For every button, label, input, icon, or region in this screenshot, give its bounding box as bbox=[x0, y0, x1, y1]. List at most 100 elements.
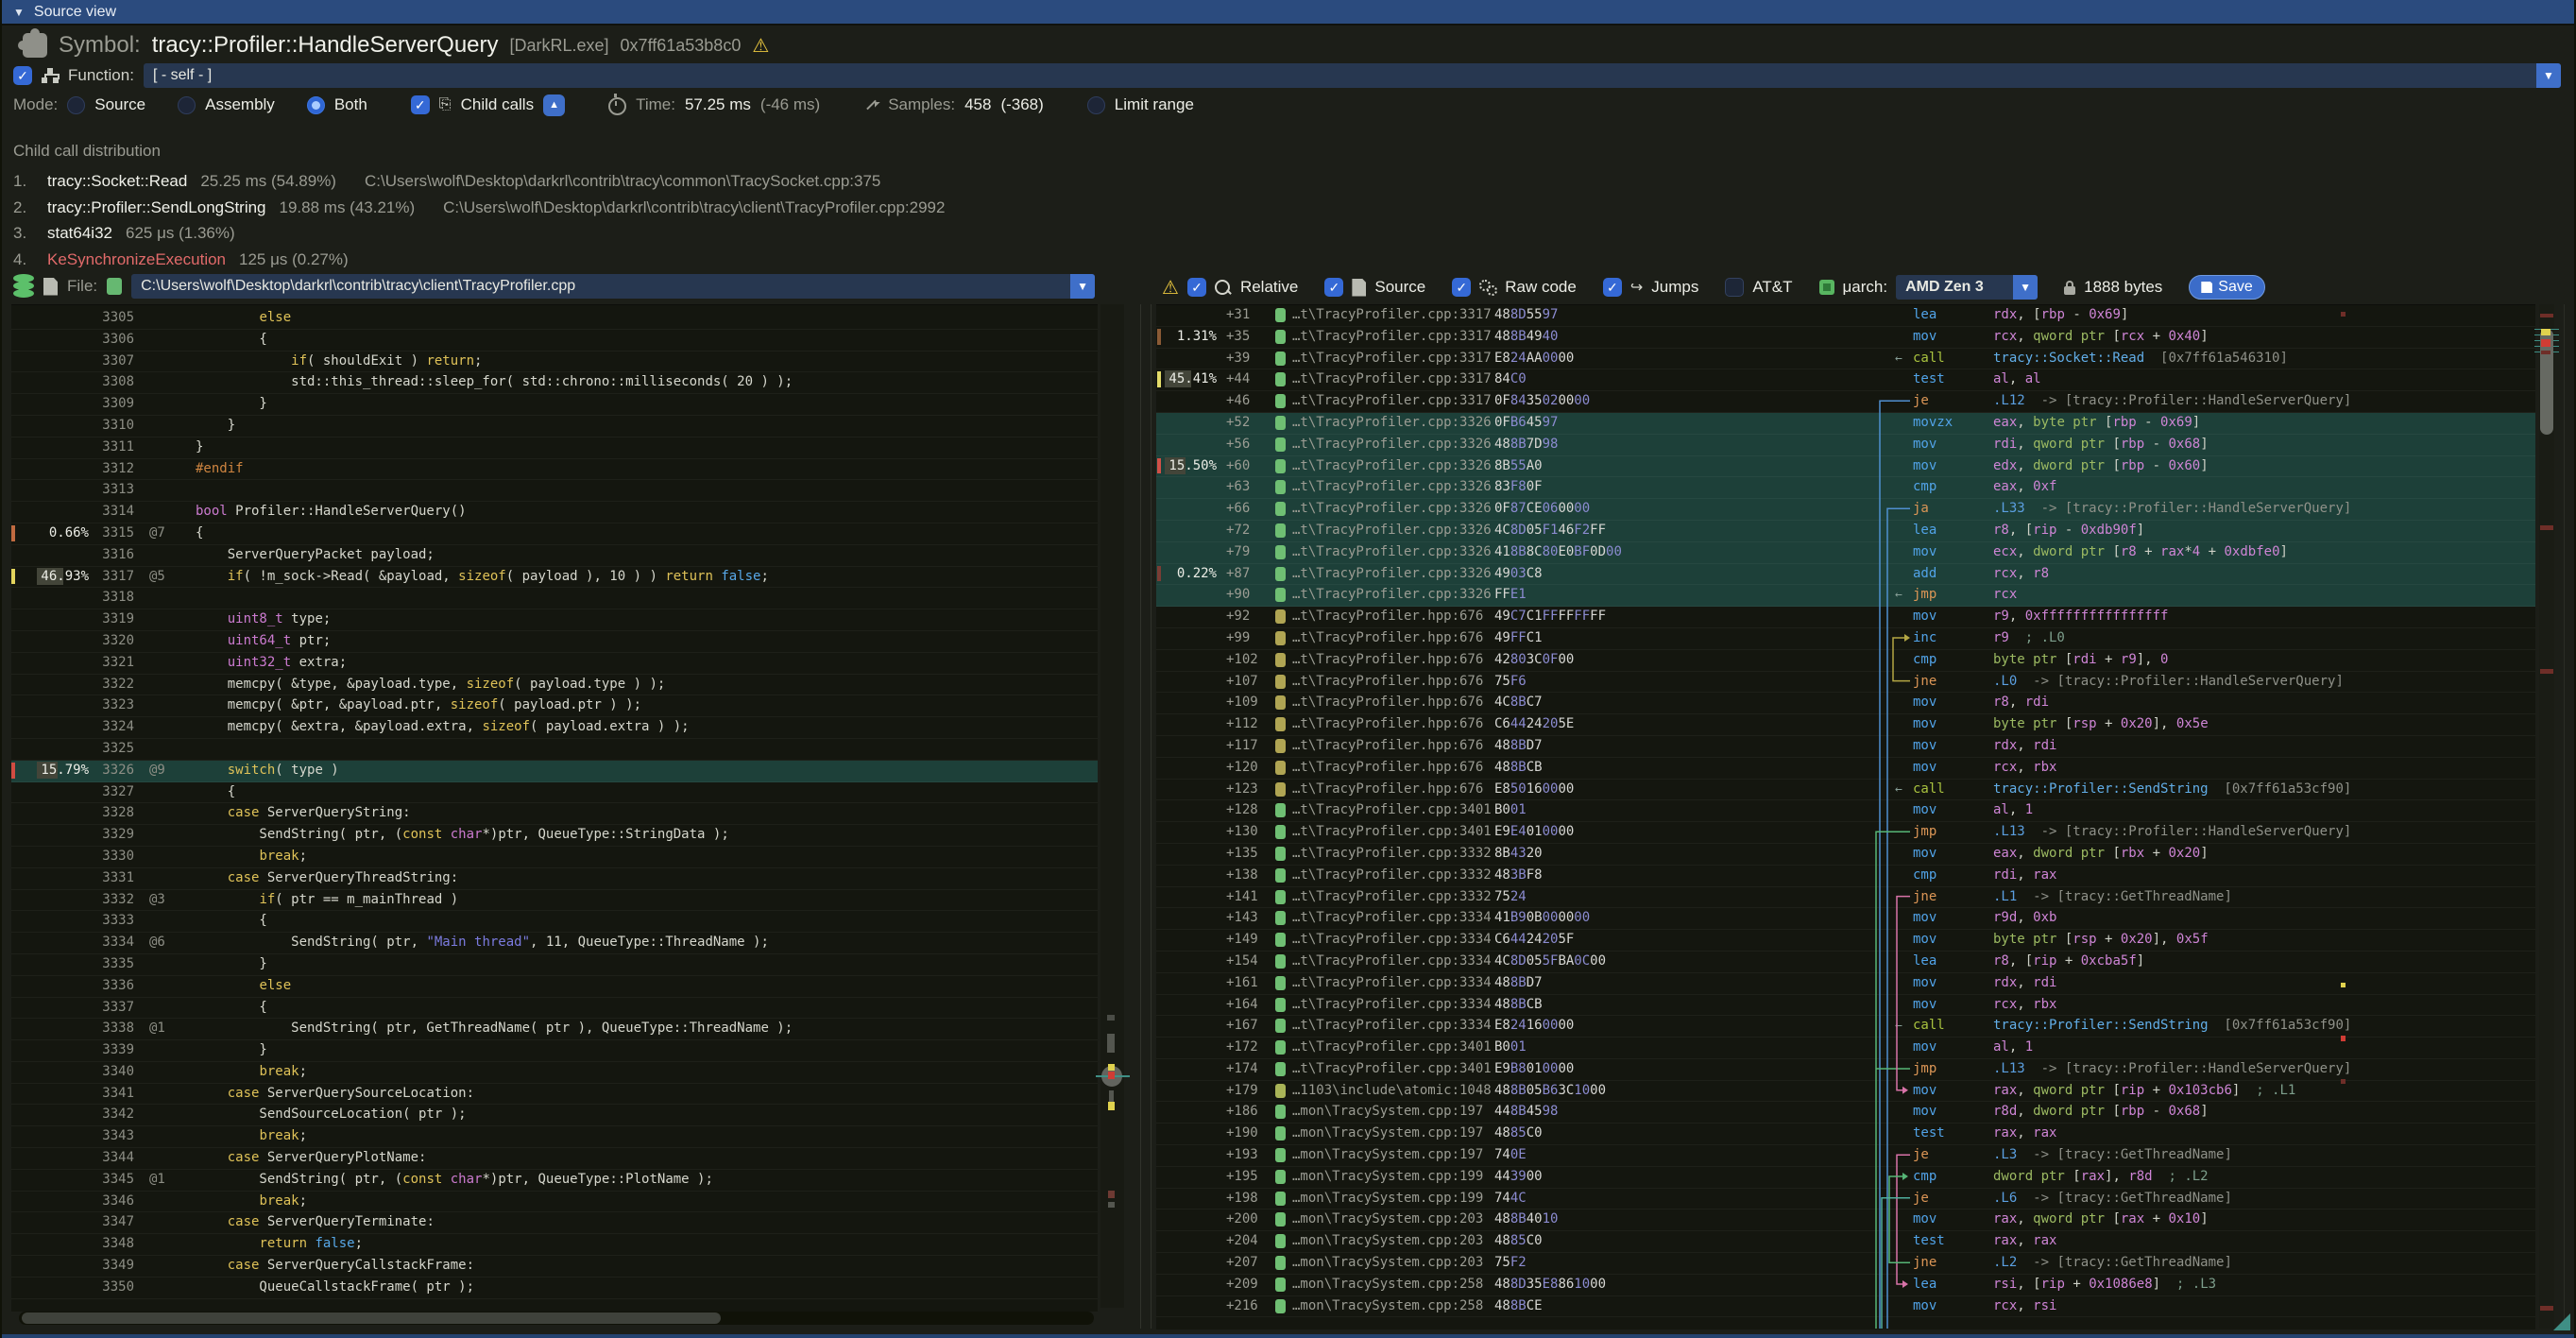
asm-location[interactable]: …t\TracyProfiler.hpp:676 bbox=[1292, 693, 1483, 712]
asm-row[interactable]: +130…t\TracyProfiler.cpp:3401E9E4010000j… bbox=[1156, 822, 2535, 844]
asm-row[interactable]: +63…t\TracyProfiler.cpp:332683F80Fcmpeax… bbox=[1156, 477, 2535, 499]
asm-location[interactable]: …t\TracyProfiler.cpp:3326 bbox=[1292, 542, 1492, 562]
asm-row[interactable]: +154…t\TracyProfiler.cpp:33344C8D055FBA0… bbox=[1156, 952, 2535, 973]
asm-row[interactable]: +117…t\TracyProfiler.hpp:676488BD7movrdx… bbox=[1156, 736, 2535, 758]
titlebar[interactable]: ▼ Source view bbox=[2, 0, 2574, 26]
source-line-row[interactable]: 3350 QueueCallstackFrame( ptr ); bbox=[11, 1278, 1098, 1299]
asm-row[interactable]: +161…t\TracyProfiler.cpp:3334488BD7movrd… bbox=[1156, 973, 2535, 995]
asm-row[interactable]: 1.31%+35…t\TracyProfiler.cpp:3317488B494… bbox=[1156, 327, 2535, 349]
source-line-row[interactable]: 3337 { bbox=[11, 998, 1098, 1020]
child-call-item[interactable]: 4.KeSynchronizeExecution125 μs (0.27%) bbox=[13, 250, 377, 268]
collapse-icon[interactable]: ▼ bbox=[13, 6, 25, 19]
collapse-distribution-button[interactable]: ▲ bbox=[543, 94, 565, 116]
asm-location[interactable]: …mon\TracySystem.cpp:199 bbox=[1292, 1167, 1483, 1187]
asm-location[interactable]: …t\TracyProfiler.cpp:3332 bbox=[1292, 887, 1492, 907]
asm-location[interactable]: …t\TracyProfiler.cpp:3326 bbox=[1292, 456, 1492, 476]
asm-location[interactable]: …t\TracyProfiler.hpp:676 bbox=[1292, 672, 1483, 692]
file-combo-arrow-icon[interactable]: ▼ bbox=[1070, 274, 1095, 299]
source-line-row[interactable]: 3334@6 SendString( ptr, "Main thread", 1… bbox=[11, 933, 1098, 954]
asm-location[interactable]: …t\TracyProfiler.cpp:3326 bbox=[1292, 413, 1492, 433]
asm-row[interactable]: +56…t\TracyProfiler.cpp:3326488B7D98movr… bbox=[1156, 435, 2535, 456]
source-line-row[interactable]: 3333 { bbox=[11, 911, 1098, 933]
asm-row[interactable]: +112…t\TracyProfiler.hpp:676C64424205Emo… bbox=[1156, 714, 2535, 736]
source-line-row[interactable]: 3327 { bbox=[11, 782, 1098, 804]
asm-location[interactable]: …t\TracyProfiler.cpp:3326 bbox=[1292, 477, 1492, 497]
panel-divider[interactable] bbox=[1140, 304, 1141, 1329]
asm-row[interactable]: +195…mon\TracySystem.cpp:199443900cmpdwo… bbox=[1156, 1167, 2535, 1189]
source-line-row[interactable]: 3346 break; bbox=[11, 1192, 1098, 1213]
source-line-row[interactable]: 15.79%3326@9 switch( type ) bbox=[11, 761, 1098, 782]
asm-row[interactable]: +52…t\TracyProfiler.cpp:33260FB64597movz… bbox=[1156, 413, 2535, 435]
limit-range-checkbox[interactable] bbox=[1087, 96, 1105, 114]
source-line-row[interactable]: 3339 } bbox=[11, 1040, 1098, 1062]
asm-row[interactable]: +172…t\TracyProfiler.cpp:3401B001moval, … bbox=[1156, 1038, 2535, 1059]
save-button[interactable]: Save bbox=[2189, 275, 2264, 300]
asm-row[interactable]: +193…mon\TracySystem.cpp:197740Eje.L3 ->… bbox=[1156, 1145, 2535, 1167]
asm-location[interactable]: …mon\TracySystem.cpp:197 bbox=[1292, 1102, 1483, 1122]
asm-row[interactable]: 15.50%+60…t\TracyProfiler.cpp:33268B55A0… bbox=[1156, 456, 2535, 478]
asm-location[interactable]: …t\TracyProfiler.hpp:676 bbox=[1292, 650, 1483, 670]
source-line-row[interactable]: 3345@1 SendString( ptr, (const char*)ptr… bbox=[11, 1170, 1098, 1192]
source-line-row[interactable]: 3342 SendSourceLocation( ptr ); bbox=[11, 1105, 1098, 1126]
asm-scrollbar[interactable] bbox=[2539, 304, 2554, 1329]
asm-location[interactable]: …t\TracyProfiler.cpp:3401 bbox=[1292, 822, 1492, 842]
source-checkbox[interactable]: ✓ bbox=[1324, 278, 1343, 297]
asm-location[interactable]: …t\TracyProfiler.cpp:3401 bbox=[1292, 800, 1492, 820]
source-line-row[interactable]: 3305 else bbox=[11, 308, 1098, 330]
asm-location[interactable]: …t\TracyProfiler.cpp:3332 bbox=[1292, 866, 1492, 885]
source-line-row[interactable]: 3308 std::this_thread::sleep_for( std::c… bbox=[11, 372, 1098, 394]
source-line-row[interactable]: 3324 memcpy( &extra, &payload.extra, siz… bbox=[11, 717, 1098, 739]
asm-row[interactable]: +143…t\TracyProfiler.cpp:333441B90B00000… bbox=[1156, 908, 2535, 930]
asm-row[interactable]: +179…1103\include\atomic:1048488B05B63C1… bbox=[1156, 1081, 2535, 1103]
asm-location[interactable]: …t\TracyProfiler.cpp:3334 bbox=[1292, 995, 1492, 1015]
asm-row[interactable]: +164…t\TracyProfiler.cpp:3334488BCBmovrc… bbox=[1156, 995, 2535, 1017]
asm-location[interactable]: …mon\TracySystem.cpp:197 bbox=[1292, 1145, 1483, 1165]
asm-row[interactable]: +149…t\TracyProfiler.cpp:3334C64424205Fm… bbox=[1156, 930, 2535, 952]
asm-location[interactable]: …t\TracyProfiler.hpp:676 bbox=[1292, 736, 1483, 756]
source-line-row[interactable]: 3310 } bbox=[11, 416, 1098, 437]
child-calls-checkbox[interactable]: ✓ bbox=[411, 95, 430, 114]
source-line-row[interactable]: 3314bool Profiler::HandleServerQuery() bbox=[11, 502, 1098, 523]
assembly-panel[interactable]: +31…t\TracyProfiler.cpp:3317488D5597lear… bbox=[1156, 304, 2535, 1329]
source-line-row[interactable]: 3311} bbox=[11, 437, 1098, 459]
asm-row[interactable]: +200…mon\TracySystem.cpp:203488B4010movr… bbox=[1156, 1209, 2535, 1231]
asm-location[interactable]: …t\TracyProfiler.cpp:3334 bbox=[1292, 1016, 1492, 1036]
asm-row[interactable]: 0.22%+87…t\TracyProfiler.cpp:33264903C8a… bbox=[1156, 564, 2535, 586]
asm-location[interactable]: …t\TracyProfiler.cpp:3401 bbox=[1292, 1059, 1492, 1079]
source-line-row[interactable]: 3341 case ServerQuerySourceLocation: bbox=[11, 1084, 1098, 1106]
source-line-row[interactable]: 3321 uint32_t extra; bbox=[11, 653, 1098, 675]
source-line-row[interactable]: 3318 bbox=[11, 588, 1098, 609]
asm-location[interactable]: …t\TracyProfiler.hpp:676 bbox=[1292, 607, 1483, 626]
asm-location[interactable]: …t\TracyProfiler.cpp:3332 bbox=[1292, 844, 1492, 864]
asm-row[interactable]: +79…t\TracyProfiler.cpp:3326418B8C80E0BF… bbox=[1156, 542, 2535, 564]
asm-location[interactable]: …t\TracyProfiler.cpp:3334 bbox=[1292, 973, 1492, 993]
source-line-row[interactable]: 46.93%3317@5 if( !m_sock->Read( &payload… bbox=[11, 567, 1098, 589]
source-line-row[interactable]: 3312#endif bbox=[11, 459, 1098, 481]
resize-grip[interactable] bbox=[2553, 1313, 2570, 1330]
radio-source[interactable] bbox=[67, 96, 85, 114]
source-line-row[interactable]: 3338@1 SendString( ptr, GetThreadName( p… bbox=[11, 1019, 1098, 1040]
source-line-row[interactable]: 3347 case ServerQueryTerminate: bbox=[11, 1212, 1098, 1234]
source-line-row[interactable]: 3309 } bbox=[11, 394, 1098, 416]
uarch-combo[interactable]: AMD Zen 3 ▼ bbox=[1896, 275, 2038, 300]
asm-location[interactable]: …t\TracyProfiler.cpp:3334 bbox=[1292, 908, 1492, 928]
source-line-row[interactable]: 3330 break; bbox=[11, 847, 1098, 868]
jumps-checkbox[interactable]: ✓ bbox=[1603, 278, 1622, 297]
asm-location[interactable]: …mon\TracySystem.cpp:203 bbox=[1292, 1231, 1483, 1251]
asm-row[interactable]: +46…t\TracyProfiler.cpp:33170F8435020000… bbox=[1156, 391, 2535, 413]
function-checkbox[interactable]: ✓ bbox=[13, 66, 32, 85]
child-call-item[interactable]: 3.stat64i32625 μs (1.36%) bbox=[13, 224, 264, 243]
asm-row[interactable]: +174…t\TracyProfiler.cpp:3401E9B8010000j… bbox=[1156, 1059, 2535, 1081]
relative-checkbox[interactable]: ✓ bbox=[1187, 278, 1206, 297]
source-line-row[interactable]: 3331 case ServerQueryThreadString: bbox=[11, 868, 1098, 890]
source-line-row[interactable]: 3340 break; bbox=[11, 1062, 1098, 1084]
asm-location[interactable]: …mon\TracySystem.cpp:197 bbox=[1292, 1124, 1483, 1143]
asm-row[interactable]: +204…mon\TracySystem.cpp:2034885C0testra… bbox=[1156, 1231, 2535, 1253]
asm-location[interactable]: …t\TracyProfiler.cpp:3401 bbox=[1292, 1038, 1492, 1057]
source-line-row[interactable]: 3332@3 if( ptr == m_mainThread ) bbox=[11, 890, 1098, 912]
source-line-row[interactable]: 3316 ServerQueryPacket payload; bbox=[11, 545, 1098, 567]
asm-row[interactable]: +107…t\TracyProfiler.hpp:67675F6jne.L0 -… bbox=[1156, 672, 2535, 694]
asm-location[interactable]: …mon\TracySystem.cpp:199 bbox=[1292, 1189, 1483, 1209]
source-line-row[interactable]: 3313 bbox=[11, 480, 1098, 502]
function-combo-arrow-icon[interactable]: ▼ bbox=[2536, 63, 2561, 88]
